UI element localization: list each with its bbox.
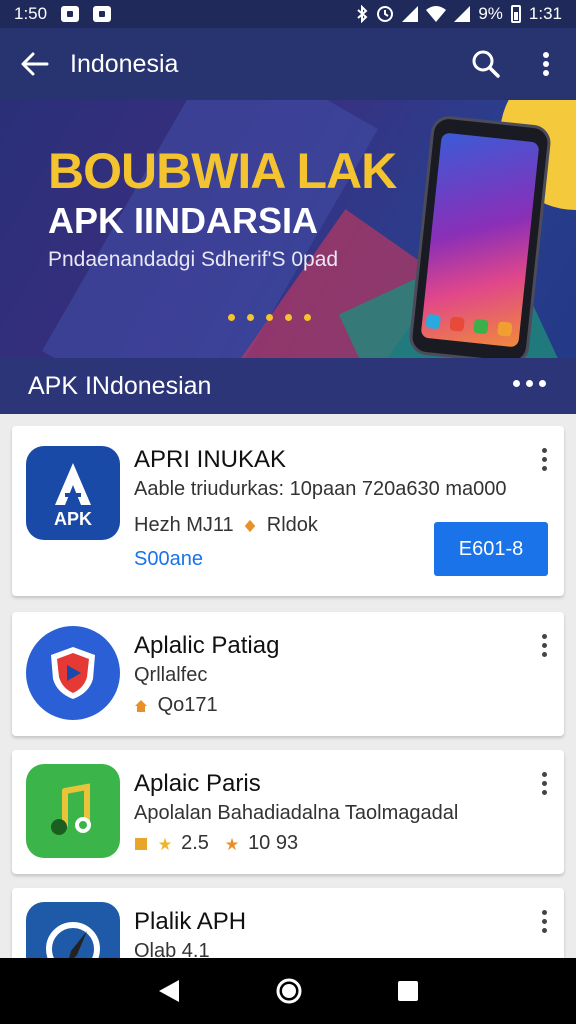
app-rating-value: 2.5 [181,832,209,854]
signal-icon [402,6,419,22]
star-icon [158,837,171,850]
section-title: APK INdonesian [28,371,212,400]
phone-illustration [407,114,553,358]
app-notification-icon [93,6,112,22]
app-description: Aable triudurkas: 10paan 720a630 ma000 [134,478,507,500]
battery-icon [510,5,521,23]
app-rating: Qo171 [134,694,218,717]
app-link[interactable]: S00ane [134,548,203,571]
app-name: Aplaic Paris [134,770,261,797]
app-meta: Hezh MJ11 Rldok [134,514,318,537]
app-bar: Indonesia [0,28,576,100]
more-vert-icon [543,52,549,76]
arrow-left-icon [21,52,49,76]
apk-logo-icon: APK [26,446,120,540]
system-nav-bar [0,958,576,1024]
app-list: APK APRI INUKAK Aable triudurkas: 10paan… [0,414,576,958]
battery-percent: 9% [478,4,503,23]
page-title: Indonesia [70,49,179,78]
card-menu-button[interactable] [542,910,548,933]
alarm-icon [377,6,394,22]
badge-icon [244,519,256,532]
app-description: Apolalan Bahadiadalna Taolmagadal [134,802,459,824]
card-menu-button[interactable] [542,772,548,795]
status-bar: 1:50 9% 1:31 [0,0,576,28]
app-card[interactable]: Aplalic Patiag Qrllalfec Qo171 [12,612,564,736]
app-stats: 2.5 10 93 [134,832,298,855]
shield-play-icon [26,626,120,720]
section-more-button[interactable] [513,380,546,387]
search-button[interactable] [456,28,516,100]
app-name: Aplalic Patiag [134,632,280,659]
music-note-icon [26,764,120,858]
banner-page-indicator [228,314,311,321]
status-time-left: 1:50 [14,4,48,23]
star-icon [225,837,238,850]
card-menu-button[interactable] [542,448,548,471]
nav-recents-icon[interactable] [397,980,419,1002]
compass-icon [26,902,120,958]
promo-banner[interactable]: BOUBWIA LAK APK IINDARSIA Pndaenandadgi … [0,100,576,358]
search-icon [472,50,500,78]
nav-home-icon[interactable] [275,977,303,1005]
app-downloads: 10 93 [248,832,299,854]
cell-signal-icon [454,6,471,22]
banner-subtitle: Pndaenandadgi Sdherif'S 0pad [48,248,339,271]
back-button[interactable] [0,28,70,100]
home-badge-icon [135,699,147,712]
app-description: Olab 4.1 [134,940,210,958]
card-menu-button[interactable] [542,634,548,657]
app-description: Qrllalfec [134,664,208,686]
app-card[interactable]: Aplaic Paris Apolalan Bahadiadalna Taolm… [12,750,564,874]
wifi-icon [426,6,447,22]
app-name: APRI INUKAK [134,446,287,473]
banner-title: BOUBWIA LAK [48,143,397,199]
app-tag: Rldok [266,514,318,536]
apk-icon-label: APK [54,509,92,529]
badge-icon [135,837,147,850]
app-card[interactable]: Plalik APH Olab 4.1 [12,888,564,958]
app-card[interactable]: APK APRI INUKAK Aable triudurkas: 10paan… [12,426,564,596]
nav-back-icon[interactable] [157,978,181,1004]
notification-icon [61,6,80,22]
section-header: APK INdonesian [0,358,576,414]
overflow-menu-button[interactable] [516,28,576,100]
install-button[interactable]: E601-8 [434,522,548,576]
bluetooth-icon [357,5,368,23]
app-name: Plalik APH [134,908,247,935]
banner-headline: APK IINDARSIA [48,200,319,241]
status-time-right: 1:31 [528,4,562,23]
app-version: Hezh MJ11 [134,514,234,536]
